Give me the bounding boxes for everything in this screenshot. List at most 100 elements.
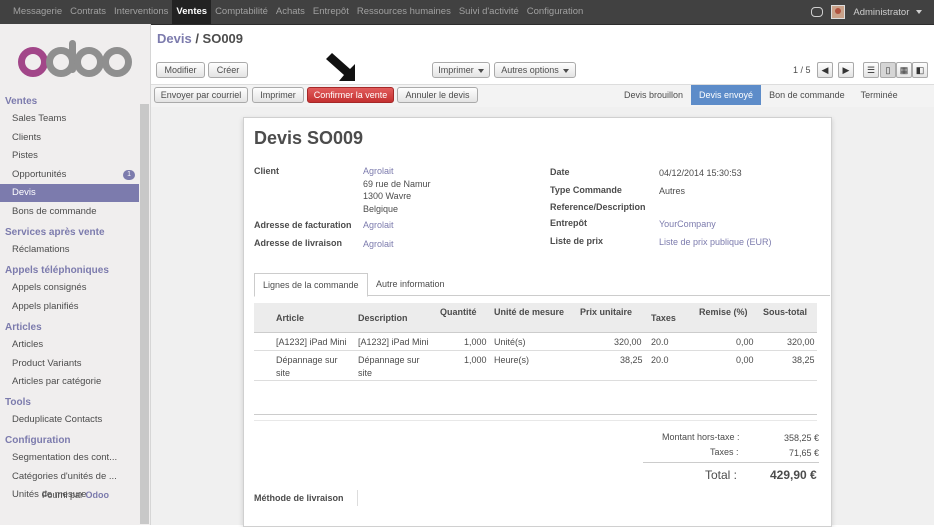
row-divider	[254, 380, 817, 381]
print-button[interactable]: Imprimer	[252, 87, 304, 103]
graph-view-icon[interactable]: ◧	[912, 62, 928, 78]
menu-achats[interactable]: Achats	[272, 0, 309, 24]
breadcrumb-parent[interactable]: Devis	[157, 31, 192, 46]
print-dropdown[interactable]: Imprimer	[432, 62, 490, 78]
cell-quantity: 1,000	[464, 355, 487, 365]
sidebar-scrollbar[interactable]	[140, 104, 149, 524]
cell-uom: Unité(s)	[494, 337, 526, 347]
cell-article-line2: site	[276, 368, 291, 378]
menu-suivi-activite[interactable]: Suivi d'activité	[455, 0, 523, 24]
calendar-view-icon[interactable]: ▦	[896, 62, 912, 78]
taxes-amount-label: Taxes :	[710, 447, 739, 457]
tab-order-lines[interactable]: Lignes de la commande	[254, 273, 368, 297]
menu-interventions[interactable]: Interventions	[110, 0, 172, 24]
send-email-button[interactable]: Envoyer par courriel	[154, 87, 248, 103]
date-field: 04/12/2014 15:30:53	[659, 168, 742, 178]
menu-configuration[interactable]: Configuration	[523, 0, 588, 24]
col-uom[interactable]: Unité de mesure	[494, 307, 564, 317]
sidebar-item-bons-de-commande[interactable]: Bons de commande	[0, 203, 139, 221]
breadcrumb: Devis / SO009	[157, 31, 243, 46]
sidebar-item-deduplicate-contacts[interactable]: Deduplicate Contacts	[0, 411, 139, 429]
top-menu-bar: Messagerie Contrats Interventions Ventes…	[0, 0, 934, 25]
chevron-down-icon	[916, 9, 922, 14]
user-avatar[interactable]	[831, 5, 846, 19]
stage-sent[interactable]: Devis envoyé	[691, 85, 762, 105]
sidebar-item-clients[interactable]: Clients	[0, 129, 139, 147]
cancel-quotation-button[interactable]: Annuler le devis	[397, 87, 478, 103]
topbar-right: Administrator	[811, 0, 922, 24]
delivery-address-label: Adresse de livraison	[254, 238, 343, 248]
sidebar-item-articles-par-categorie[interactable]: Articles par catégorie	[0, 373, 139, 391]
col-quantity[interactable]: Quantité	[440, 307, 477, 317]
sidebar-item-segmentation[interactable]: Segmentation des cont...	[0, 449, 139, 467]
shipping-method-label: Méthode de livraison	[254, 493, 344, 503]
sidebar-item-sales-teams[interactable]: Sales Teams	[0, 110, 139, 128]
stage-sale-order[interactable]: Bon de commande	[761, 85, 853, 105]
create-button[interactable]: Créer	[208, 62, 248, 78]
previous-record-button[interactable]: ◀	[817, 62, 833, 78]
col-discount[interactable]: Remise (%)	[699, 307, 748, 317]
col-description[interactable]: Description	[358, 313, 408, 323]
sidebar-item-appels-consignes[interactable]: Appels consignés	[0, 279, 139, 297]
form-view-icon[interactable]: ▯	[880, 62, 896, 78]
col-unit-price[interactable]: Prix unitaire	[580, 307, 632, 317]
cell-discount: 0,00	[736, 355, 754, 365]
untaxed-amount-value: 358,25 €	[784, 433, 820, 443]
cell-description: Dépannage sur	[358, 355, 420, 365]
more-options-label: Autres options	[501, 65, 559, 75]
menu-contrats[interactable]: Contrats	[66, 0, 110, 24]
stage-draft[interactable]: Devis brouillon	[616, 85, 691, 105]
col-taxes[interactable]: Taxes	[651, 313, 676, 323]
order-type-field: Autres	[659, 186, 686, 196]
col-subtotal[interactable]: Sous-total	[763, 307, 807, 317]
chat-icon[interactable]	[811, 7, 824, 17]
warehouse-field[interactable]: YourCompany	[659, 219, 716, 229]
field-divider	[357, 490, 358, 506]
untaxed-amount-label: Montant hors-taxe :	[662, 432, 740, 442]
sidebar-item-appels-planifies[interactable]: Appels planifiés	[0, 298, 139, 316]
menu-messagerie[interactable]: Messagerie	[9, 0, 66, 24]
col-article[interactable]: Article	[276, 313, 304, 323]
cell-unit-price: 38,25	[620, 355, 643, 365]
cell-taxes: 20.0	[651, 355, 669, 365]
total-label: Total :	[705, 468, 738, 482]
order-type-label: Type Commande	[550, 185, 622, 195]
sidebar-item-devis[interactable]: Devis	[0, 184, 139, 202]
sidebar-item-articles[interactable]: Articles	[0, 336, 139, 354]
odoo-logo[interactable]	[17, 38, 133, 78]
menu-entrepot[interactable]: Entrepôt	[309, 0, 353, 24]
sidebar-item-categories-unites[interactable]: Catégories d'unités de ...	[0, 468, 139, 486]
invoice-address-label: Adresse de facturation	[254, 220, 352, 230]
pricelist-field[interactable]: Liste de prix publique (EUR)	[659, 237, 772, 247]
sidebar-item-product-variants[interactable]: Product Variants	[0, 355, 139, 373]
total-value: 429,90 €	[770, 468, 817, 482]
menu-comptabilite[interactable]: Comptabilité	[211, 0, 272, 24]
powered-by-brand[interactable]: Odoo	[86, 490, 110, 500]
menu-ressources-humaines[interactable]: Ressources humaines	[353, 0, 455, 24]
tab-other-info[interactable]: Autre information	[368, 273, 453, 295]
sidebar-section-sav: Services après vente	[5, 227, 105, 238]
confirm-sale-button[interactable]: Confirmer la vente	[307, 87, 394, 103]
sidebar: Ventes Sales Teams Clients Pistes Opport…	[0, 24, 151, 525]
cell-description-line2: site	[358, 368, 373, 378]
stage-pipeline: Devis brouillon Devis envoyé Bon de comm…	[616, 85, 906, 105]
cell-subtotal: 38,25	[792, 355, 815, 365]
client-field[interactable]: Agrolait	[363, 166, 394, 176]
cell-discount: 0,00	[736, 337, 754, 347]
more-options-dropdown[interactable]: Autres options	[494, 62, 576, 78]
user-menu[interactable]: Administrator	[853, 7, 922, 18]
delivery-address-field[interactable]: Agrolait	[363, 239, 394, 249]
menu-ventes[interactable]: Ventes	[172, 0, 212, 24]
sidebar-item-reclamations[interactable]: Réclamations	[0, 241, 139, 259]
cursor-arrow-icon	[326, 53, 355, 81]
page-title: Devis SO009	[254, 128, 364, 148]
invoice-address-field[interactable]: Agrolait	[363, 220, 394, 230]
edit-button[interactable]: Modifier	[156, 62, 205, 78]
sidebar-section-tools: Tools	[5, 397, 31, 408]
stage-done[interactable]: Terminée	[853, 85, 906, 105]
sidebar-item-opportunites[interactable]: Opportunités 1	[0, 166, 139, 184]
list-view-icon[interactable]: ☰	[863, 62, 879, 78]
date-label: Date	[550, 167, 570, 177]
sidebar-item-pistes[interactable]: Pistes	[0, 147, 139, 165]
next-record-button[interactable]: ▶	[838, 62, 854, 78]
